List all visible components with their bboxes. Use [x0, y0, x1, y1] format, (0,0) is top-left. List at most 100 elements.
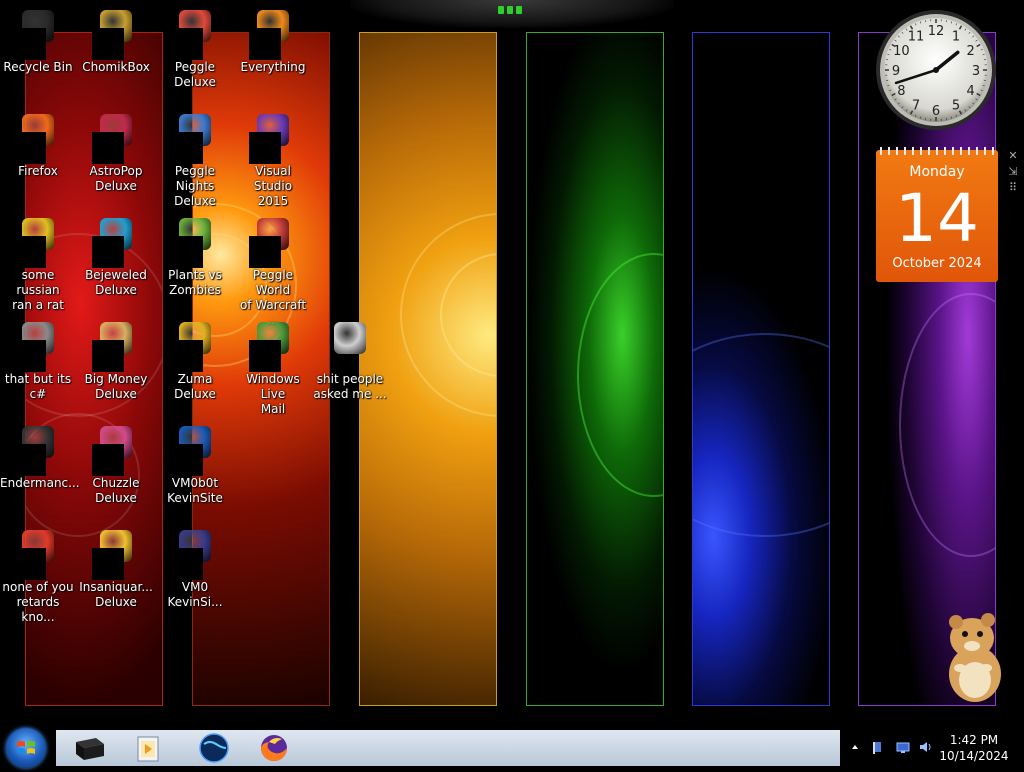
desktop-icon-label: some russian ran a rat	[0, 268, 76, 313]
desktop-icon-insaniquarium[interactable]: Insaniquar... Deluxe	[78, 526, 154, 626]
taskbar: 1:42 PM 10/14/2024	[0, 728, 1024, 768]
desktop-icon-recycle-bin[interactable]: Recycle Bin	[0, 6, 76, 106]
vm0b0t-kevinsite-icon	[179, 426, 211, 458]
desktop-icon-endermanch[interactable]: Endermanc...	[0, 422, 76, 522]
taskbar-pinned-media-player[interactable]	[124, 732, 172, 764]
desktop-icon-label: Firefox	[0, 164, 76, 179]
redaction-block	[249, 236, 281, 268]
network-icon[interactable]	[896, 740, 910, 754]
desktop-icon-zuma-deluxe[interactable]: Zuma Deluxe	[157, 318, 233, 418]
desktop-icon-peggle-world[interactable]: Peggle World of Warcraft ...	[235, 214, 311, 314]
redaction-block	[171, 28, 203, 60]
desktop-icon-label: that but its c#	[0, 372, 76, 402]
taskbar-pinned-globe[interactable]	[190, 732, 238, 764]
desktop-icon-vm0-kevinsi[interactable]: VM0 KevinSi...	[157, 526, 233, 626]
desktop-icon-firefox[interactable]: Firefox	[0, 110, 76, 210]
taskbar-pinned-explorer[interactable]	[66, 732, 114, 764]
big-money-icon	[100, 322, 132, 354]
desktop-icon-label: shit people asked me ...	[312, 372, 388, 402]
taskbar-time: 1:42 PM	[938, 732, 1010, 748]
desktop-icon-plants-vs-zombies[interactable]: Plants vs Zombies	[157, 214, 233, 314]
firefox-icon	[22, 114, 54, 146]
taskbar-clock[interactable]: 1:42 PM 10/14/2024	[938, 732, 1010, 764]
insaniquarium-icon	[100, 530, 132, 562]
wallpaper-panel-green	[526, 32, 664, 706]
svg-text:1: 1	[952, 29, 960, 44]
desktop-icon-shit-people[interactable]: shit people asked me ...	[312, 318, 388, 418]
peggle-nights-icon	[179, 114, 211, 146]
svg-text:3: 3	[972, 64, 980, 79]
desktop-icon-visual-studio[interactable]: Visual Studio 2015	[235, 110, 311, 210]
svg-text:5: 5	[952, 99, 960, 114]
desktop-icon-peggle-nights[interactable]: Peggle Nights Deluxe	[157, 110, 233, 210]
start-button[interactable]	[6, 728, 46, 768]
redaction-block	[92, 340, 124, 372]
chomikbox-icon	[100, 10, 132, 42]
astropop-icon	[100, 114, 132, 146]
calendar-rings	[880, 147, 994, 155]
desktop-icon-that-but-its-cs[interactable]: that but its c#	[0, 318, 76, 418]
desktop-icon-bejeweled[interactable]: Bejeweled Deluxe	[78, 214, 154, 314]
redaction-block	[14, 28, 46, 60]
desktop-icon-peggle-deluxe[interactable]: Peggle Deluxe	[157, 6, 233, 106]
desktop-icon-chuzzle[interactable]: Chuzzle Deluxe	[78, 422, 154, 522]
desktop-icon-windows-live-mail[interactable]: Windows Live Mail	[235, 318, 311, 418]
hamster-pet-image[interactable]	[940, 608, 1010, 704]
desktop-icon-label: Endermanc...	[0, 476, 76, 491]
volume-icon[interactable]	[918, 740, 932, 754]
chuzzle-icon	[100, 426, 132, 458]
gadget-toolbar: ✕ ⇲ ⠿	[1006, 148, 1020, 196]
gadget-close-icon[interactable]: ✕	[1006, 148, 1020, 164]
desktop[interactable]: Recycle BinChomikBoxPeggle DeluxeEveryth…	[0, 0, 1024, 728]
svg-text:8: 8	[897, 84, 905, 99]
calendar-gadget[interactable]: Monday 14 October 2024	[876, 150, 998, 282]
desktop-icon-some-russian[interactable]: some russian ran a rat	[0, 214, 76, 314]
clock-gadget[interactable]: 123456789101112	[874, 8, 998, 132]
desktop-icon-chomikbox[interactable]: ChomikBox	[78, 6, 154, 106]
redaction-block	[14, 340, 46, 372]
redaction-block	[14, 132, 46, 164]
taskbar-band	[56, 730, 840, 766]
gadget-resize-icon[interactable]: ⇲	[1006, 164, 1020, 180]
desktop-icon-label: VM0b0t KevinSite	[157, 476, 233, 506]
svg-text:12: 12	[928, 24, 945, 39]
desktop-icon-label: Insaniquar... Deluxe	[78, 580, 154, 610]
some-russian-icon	[22, 218, 54, 250]
wallpaper-green-indicator	[498, 6, 522, 14]
wallpaper-panel-blue	[692, 32, 830, 706]
action-center-flag-icon[interactable]	[870, 740, 884, 754]
desktop-icon-big-money[interactable]: Big Money Deluxe	[78, 318, 154, 418]
desktop-icon-label: Windows Live Mail	[235, 372, 311, 417]
zuma-deluxe-icon	[179, 322, 211, 354]
desktop-icon-label: Peggle Deluxe	[157, 60, 233, 90]
desktop-icon-vm0b0t-kevinsite[interactable]: VM0b0t KevinSite	[157, 422, 233, 522]
redaction-block	[171, 236, 203, 268]
taskbar-pinned-firefox[interactable]	[250, 732, 298, 764]
svg-text:9: 9	[892, 64, 900, 79]
desktop-icon-label: Chuzzle Deluxe	[78, 476, 154, 506]
desktop-icon-astropop[interactable]: AstroPop Deluxe	[78, 110, 154, 210]
desktop-icon-label: Recycle Bin	[0, 60, 76, 75]
calendar-month-year: October 2024	[876, 256, 998, 271]
redaction-block	[249, 132, 281, 164]
redaction-block	[14, 444, 46, 476]
gadget-drag-grip-icon[interactable]: ⠿	[1006, 180, 1020, 196]
none-of-you-icon	[22, 530, 54, 562]
redaction-block	[171, 548, 203, 580]
desktop-icon-none-of-you[interactable]: none of you retards kno...	[0, 526, 76, 626]
desktop-icon-label: Peggle Nights Deluxe	[157, 164, 233, 209]
desktop-icon-everything[interactable]: Everything	[235, 6, 311, 106]
desktop-icon-label: none of you retards kno...	[0, 580, 76, 625]
shit-people-icon	[334, 322, 366, 354]
recycle-bin-icon	[22, 10, 54, 42]
calendar-weekday: Monday	[876, 164, 998, 180]
desktop-icon-label: ChomikBox	[78, 60, 154, 75]
redaction-block	[249, 28, 281, 60]
plants-vs-zombies-icon	[179, 218, 211, 250]
redaction-block	[92, 132, 124, 164]
redaction-block	[92, 548, 124, 580]
redaction-block	[92, 28, 124, 60]
show-hidden-icons-arrow-icon[interactable]	[848, 740, 862, 754]
bejeweled-icon	[100, 218, 132, 250]
redaction-block	[92, 236, 124, 268]
